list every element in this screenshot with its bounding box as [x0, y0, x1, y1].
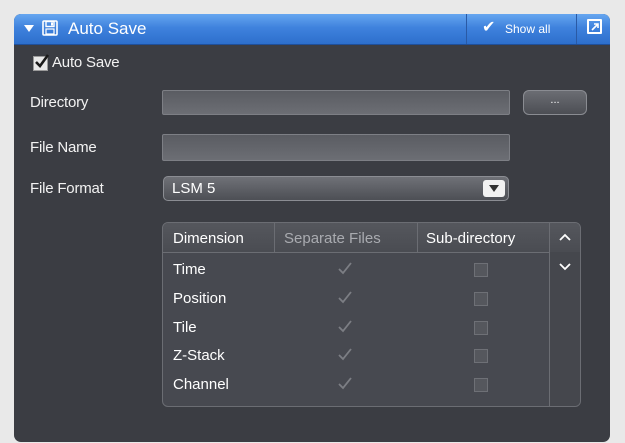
- column-divider: [274, 223, 275, 252]
- column-divider: [417, 223, 418, 252]
- column-header-dimension[interactable]: Dimension: [173, 230, 244, 247]
- file-format-value: LSM 5: [172, 180, 216, 197]
- separate-files-checkbox[interactable]: [338, 377, 352, 391]
- table-row-time: Time: [173, 261, 206, 278]
- file-name-field[interactable]: [162, 134, 510, 161]
- sub-directory-checkbox[interactable]: [474, 292, 488, 306]
- chevron-down-icon[interactable]: [483, 180, 505, 197]
- sub-directory-checkbox[interactable]: [474, 263, 488, 277]
- panel-title: Auto Save: [68, 19, 147, 38]
- sub-directory-checkbox[interactable]: [474, 349, 488, 363]
- auto-save-panel: Auto Save ✔ Show all Auto Save Directory…: [14, 14, 610, 442]
- separate-files-checkbox[interactable]: [338, 262, 352, 276]
- separate-files-checkbox[interactable]: [338, 320, 352, 334]
- undock-icon[interactable]: [587, 19, 602, 34]
- directory-label: Directory: [30, 94, 89, 111]
- auto-save-label: Auto Save: [52, 54, 120, 71]
- sub-directory-checkbox[interactable]: [474, 321, 488, 335]
- separate-files-checkbox[interactable]: [338, 291, 352, 305]
- separate-files-checkbox[interactable]: [338, 348, 352, 362]
- panel-header[interactable]: Auto Save ✔ Show all: [14, 14, 610, 45]
- header-divider: [576, 14, 577, 44]
- show-all-toggle[interactable]: Show all: [505, 22, 550, 36]
- scroll-down-icon[interactable]: [549, 253, 580, 281]
- browse-button[interactable]: ...: [523, 90, 587, 115]
- directory-field[interactable]: [162, 90, 510, 115]
- check-icon: ✔: [482, 19, 496, 36]
- header-divider: [466, 14, 467, 44]
- table-row-tile: Tile: [173, 319, 197, 336]
- file-format-label: File Format: [30, 180, 104, 197]
- table-row-z-stack: Z-Stack: [173, 347, 225, 364]
- sub-directory-checkbox[interactable]: [474, 378, 488, 392]
- table-row-position: Position: [173, 290, 227, 307]
- dimension-table: Dimension Separate Files Sub-directory T…: [162, 222, 581, 407]
- file-name-label: File Name: [30, 139, 97, 156]
- file-format-select[interactable]: LSM 5: [163, 176, 509, 201]
- column-header-separate-files[interactable]: Separate Files: [284, 230, 381, 247]
- scroll-up-icon[interactable]: [549, 223, 580, 251]
- auto-save-checkbox[interactable]: [33, 54, 50, 71]
- table-header: Dimension Separate Files Sub-directory: [163, 223, 580, 253]
- collapse-arrow-icon[interactable]: [24, 25, 34, 32]
- table-row-channel: Channel: [173, 376, 229, 393]
- column-header-sub-directory[interactable]: Sub-directory: [426, 230, 515, 247]
- floppy-disk-icon: [42, 20, 58, 36]
